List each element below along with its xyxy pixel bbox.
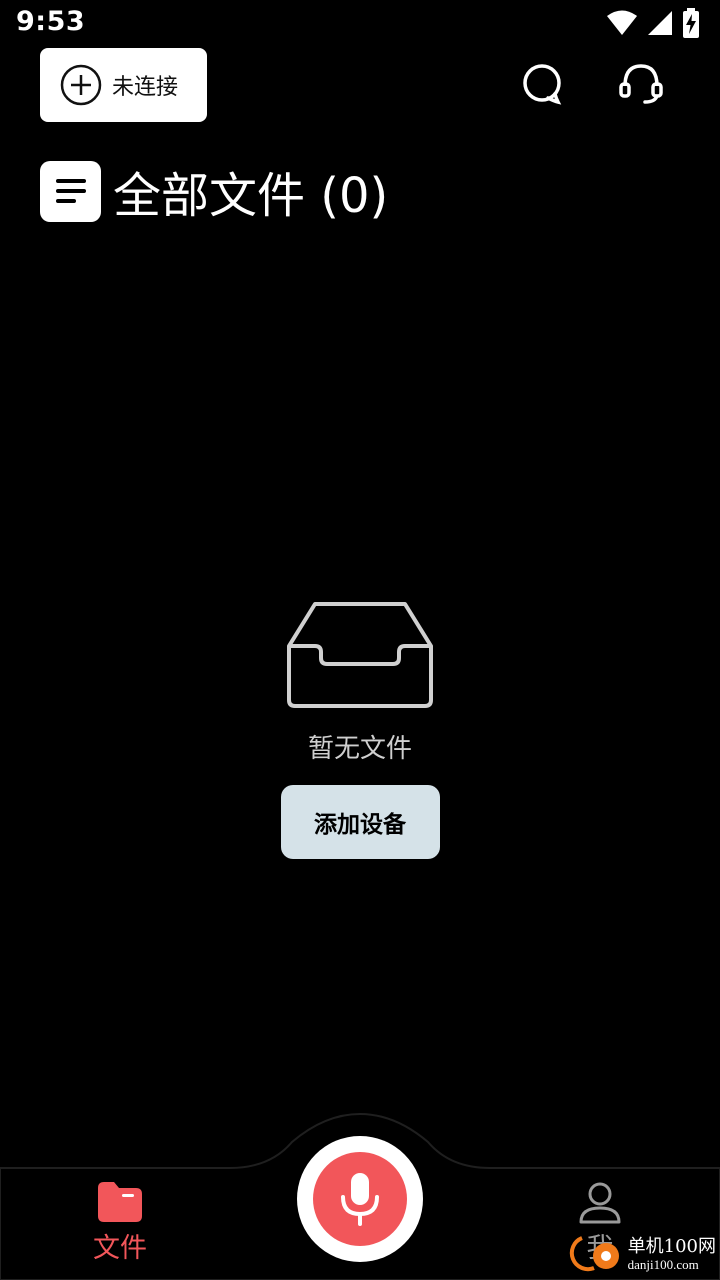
nav-label-files: 文件 bbox=[93, 1233, 147, 1264]
search-icon bbox=[523, 64, 562, 105]
person-icon bbox=[579, 1182, 621, 1224]
file-list-header: 全部文件 (0) bbox=[40, 156, 388, 226]
page-title: 全部文件 (0) bbox=[113, 168, 389, 224]
watermark-cn: 单机100网 bbox=[627, 1235, 716, 1257]
plus-circle-icon bbox=[60, 64, 102, 106]
document-list-icon bbox=[40, 160, 101, 222]
empty-inbox-icon bbox=[287, 602, 433, 708]
cellular-signal-icon bbox=[648, 11, 672, 35]
search-button[interactable] bbox=[518, 60, 566, 108]
status-icons bbox=[606, 8, 700, 38]
wifi-icon bbox=[607, 10, 637, 35]
nav-item-files[interactable]: 文件 bbox=[60, 1180, 180, 1265]
headset-icon bbox=[619, 64, 663, 104]
empty-state: 暂无文件 添加设备 bbox=[0, 600, 720, 859]
folder-icon bbox=[98, 1182, 142, 1222]
record-button[interactable] bbox=[297, 1136, 423, 1262]
microphone-icon bbox=[341, 1173, 379, 1226]
battery-charging-icon bbox=[683, 8, 699, 38]
watermark-logo-icon bbox=[569, 1236, 619, 1272]
connect-device-button[interactable]: 未连接 bbox=[40, 48, 207, 122]
customer-service-button[interactable] bbox=[617, 60, 665, 108]
status-time: 9:53 bbox=[16, 6, 86, 37]
status-bar: 9:53 bbox=[0, 0, 720, 48]
watermark-en: danji100.com bbox=[627, 1256, 699, 1272]
add-device-button[interactable]: 添加设备 bbox=[280, 785, 440, 859]
connect-status-label: 未连接 bbox=[112, 75, 179, 100]
empty-message: 暂无文件 bbox=[307, 734, 412, 764]
watermark: 单机100网 danji100.com bbox=[560, 1234, 716, 1274]
